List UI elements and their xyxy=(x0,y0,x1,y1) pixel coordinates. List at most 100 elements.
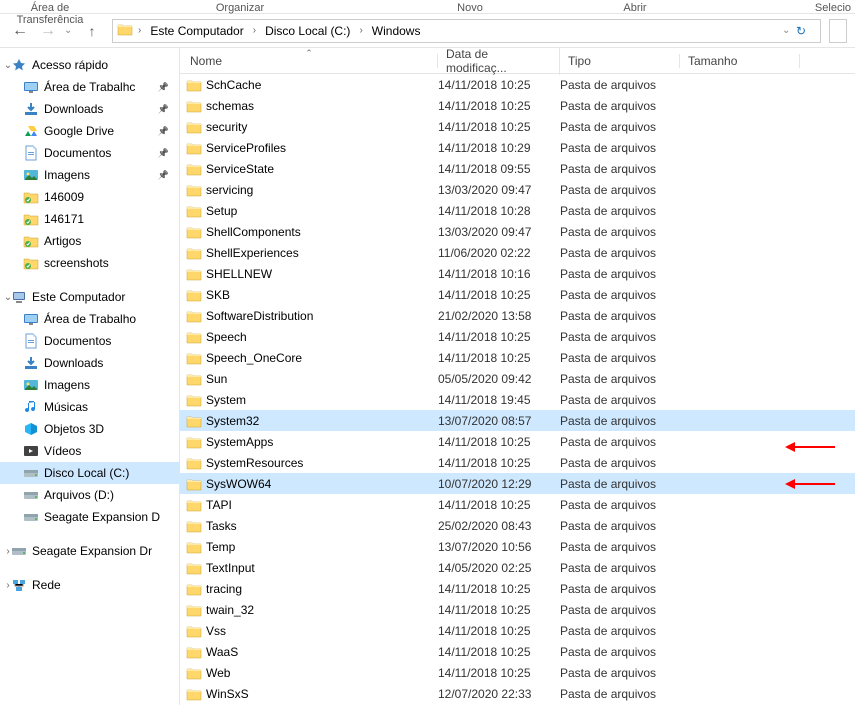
gdrive-icon xyxy=(22,123,40,139)
file-row[interactable]: System3213/07/2020 08:57Pasta de arquivo… xyxy=(180,410,855,431)
sidebar-group-header[interactable]: ⌄Este Computador xyxy=(0,286,179,308)
chevron-right-icon[interactable]: › xyxy=(250,25,259,36)
breadcrumb-segment[interactable]: Windows xyxy=(368,22,425,40)
file-row[interactable]: Speech14/11/2018 10:25Pasta de arquivos xyxy=(180,326,855,347)
breadcrumb[interactable]: › Este Computador › Disco Local (C:) › W… xyxy=(112,19,821,43)
expand-caret-icon[interactable]: › xyxy=(2,546,14,557)
back-button[interactable]: ← xyxy=(8,19,32,43)
file-row[interactable]: SHELLNEW14/11/2018 10:16Pasta de arquivo… xyxy=(180,263,855,284)
file-row[interactable]: ServiceProfiles14/11/2018 10:29Pasta de … xyxy=(180,137,855,158)
file-row[interactable]: tracing14/11/2018 10:25Pasta de arquivos xyxy=(180,578,855,599)
file-type: Pasta de arquivos xyxy=(560,162,680,176)
expand-caret-icon[interactable]: › xyxy=(2,580,14,591)
file-row[interactable]: SoftwareDistribution21/02/2020 13:58Past… xyxy=(180,305,855,326)
forward-button[interactable]: → xyxy=(36,19,60,43)
file-name: SoftwareDistribution xyxy=(204,309,438,323)
file-row[interactable]: SystemResources14/11/2018 10:25Pasta de … xyxy=(180,452,855,473)
sidebar-group-header[interactable]: ›Seagate Expansion Dr xyxy=(0,540,179,562)
up-button[interactable]: ↑ xyxy=(80,19,104,43)
sidebar-item[interactable]: Seagate Expansion D xyxy=(0,506,179,528)
file-name: SystemResources xyxy=(204,456,438,470)
file-row[interactable]: WaaS14/11/2018 10:25Pasta de arquivos xyxy=(180,641,855,662)
sidebar-item[interactable]: 146009 xyxy=(0,186,179,208)
file-row[interactable]: security14/11/2018 10:25Pasta de arquivo… xyxy=(180,116,855,137)
file-row[interactable]: TAPI14/11/2018 10:25Pasta de arquivos xyxy=(180,494,855,515)
expand-caret-icon[interactable]: ⌄ xyxy=(2,60,14,71)
file-row[interactable]: ShellExperiences11/06/2020 02:22Pasta de… xyxy=(180,242,855,263)
history-dropdown[interactable]: ⌄ xyxy=(64,25,76,36)
sidebar-item-label: Objetos 3D xyxy=(44,422,104,436)
file-row[interactable]: System14/11/2018 19:45Pasta de arquivos xyxy=(180,389,855,410)
file-row[interactable]: TextInput14/05/2020 02:25Pasta de arquiv… xyxy=(180,557,855,578)
nav-pane: ⌄Acesso rápidoÁrea de Trabalhc📌Downloads… xyxy=(0,48,180,705)
sidebar-item[interactable]: Google Drive📌 xyxy=(0,120,179,142)
file-type: Pasta de arquivos xyxy=(560,435,680,449)
sidebar-item[interactable]: Documentos xyxy=(0,330,179,352)
sidebar-item[interactable]: Documentos📌 xyxy=(0,142,179,164)
sidebar-item[interactable]: Downloads📌 xyxy=(0,98,179,120)
sidebar-group-header[interactable]: ⌄Acesso rápido xyxy=(0,54,179,76)
file-type: Pasta de arquivos xyxy=(560,141,680,155)
drive-icon xyxy=(22,509,40,525)
sidebar-item[interactable]: Objetos 3D xyxy=(0,418,179,440)
sidebar-item[interactable]: Downloads xyxy=(0,352,179,374)
sidebar-item[interactable]: Artigos xyxy=(0,230,179,252)
sidebar-item[interactable]: Vídeos xyxy=(0,440,179,462)
file-row[interactable]: Sun05/05/2020 09:42Pasta de arquivos xyxy=(180,368,855,389)
refresh-button[interactable]: ↻ xyxy=(796,24,816,38)
file-type: Pasta de arquivos xyxy=(560,393,680,407)
file-date: 14/11/2018 10:25 xyxy=(438,99,560,113)
sidebar-item[interactable]: Área de Trabalho xyxy=(0,308,179,330)
file-date: 05/05/2020 09:42 xyxy=(438,372,560,386)
file-row[interactable]: servicing13/03/2020 09:47Pasta de arquiv… xyxy=(180,179,855,200)
breadcrumb-segment[interactable]: Este Computador xyxy=(146,22,247,40)
file-row[interactable]: twain_3214/11/2018 10:25Pasta de arquivo… xyxy=(180,599,855,620)
file-date: 13/07/2020 10:56 xyxy=(438,540,560,554)
breadcrumb-segment[interactable]: Disco Local (C:) xyxy=(261,22,354,40)
sidebar-item-label: Downloads xyxy=(44,102,103,116)
file-row[interactable]: SystemApps14/11/2018 10:25Pasta de arqui… xyxy=(180,431,855,452)
file-row[interactable]: Tasks25/02/2020 08:43Pasta de arquivos xyxy=(180,515,855,536)
sidebar-item-label: Artigos xyxy=(44,234,81,248)
file-row[interactable]: SchCache14/11/2018 10:25Pasta de arquivo… xyxy=(180,74,855,95)
search-input[interactable] xyxy=(829,19,847,43)
file-row[interactable]: Setup14/11/2018 10:28Pasta de arquivos xyxy=(180,200,855,221)
file-type: Pasta de arquivos xyxy=(560,477,680,491)
file-row[interactable]: ServiceState14/11/2018 09:55Pasta de arq… xyxy=(180,158,855,179)
sidebar-group-header[interactable]: ›Rede xyxy=(0,574,179,596)
column-header-name[interactable]: ⌃ Nome xyxy=(180,50,438,72)
sidebar-item[interactable]: Área de Trabalhc📌 xyxy=(0,76,179,98)
file-name: ShellExperiences xyxy=(204,246,438,260)
file-type: Pasta de arquivos xyxy=(560,351,680,365)
file-row[interactable]: Speech_OneCore14/11/2018 10:25Pasta de a… xyxy=(180,347,855,368)
column-header-type[interactable]: Tipo xyxy=(560,50,680,72)
path-dropdown[interactable]: ⌄ xyxy=(782,25,794,36)
file-row[interactable]: Web14/11/2018 10:25Pasta de arquivos xyxy=(180,662,855,683)
file-name: tracing xyxy=(204,582,438,596)
sidebar-item[interactable]: Músicas xyxy=(0,396,179,418)
chevron-right-icon[interactable]: › xyxy=(356,25,365,36)
chevron-right-icon[interactable]: › xyxy=(135,25,144,36)
folder-icon xyxy=(184,309,204,323)
sidebar-item[interactable]: screenshots xyxy=(0,252,179,274)
sidebar-item[interactable]: 146171 xyxy=(0,208,179,230)
file-row[interactable]: SKB14/11/2018 10:25Pasta de arquivos xyxy=(180,284,855,305)
file-row[interactable]: ShellComponents13/03/2020 09:47Pasta de … xyxy=(180,221,855,242)
column-header-size[interactable]: Tamanho xyxy=(680,50,800,72)
file-name: ShellComponents xyxy=(204,225,438,239)
file-row[interactable]: schemas14/11/2018 10:25Pasta de arquivos xyxy=(180,95,855,116)
file-row[interactable]: Temp13/07/2020 10:56Pasta de arquivos xyxy=(180,536,855,557)
file-date: 14/11/2018 09:55 xyxy=(438,162,560,176)
expand-caret-icon[interactable]: ⌄ xyxy=(2,292,14,303)
sidebar-item[interactable]: Imagens📌 xyxy=(0,164,179,186)
file-row[interactable]: WinSxS12/07/2020 22:33Pasta de arquivos xyxy=(180,683,855,704)
file-row[interactable]: SysWOW6410/07/2020 12:29Pasta de arquivo… xyxy=(180,473,855,494)
file-type: Pasta de arquivos xyxy=(560,498,680,512)
file-name: Sun xyxy=(204,372,438,386)
sidebar-item[interactable]: Disco Local (C:) xyxy=(0,462,179,484)
file-date: 14/11/2018 10:25 xyxy=(438,288,560,302)
sidebar-item[interactable]: Imagens xyxy=(0,374,179,396)
column-headers: ⌃ Nome Data de modificaç... Tipo Tamanho xyxy=(180,48,855,74)
file-row[interactable]: Vss14/11/2018 10:25Pasta de arquivos xyxy=(180,620,855,641)
sidebar-item[interactable]: Arquivos (D:) xyxy=(0,484,179,506)
